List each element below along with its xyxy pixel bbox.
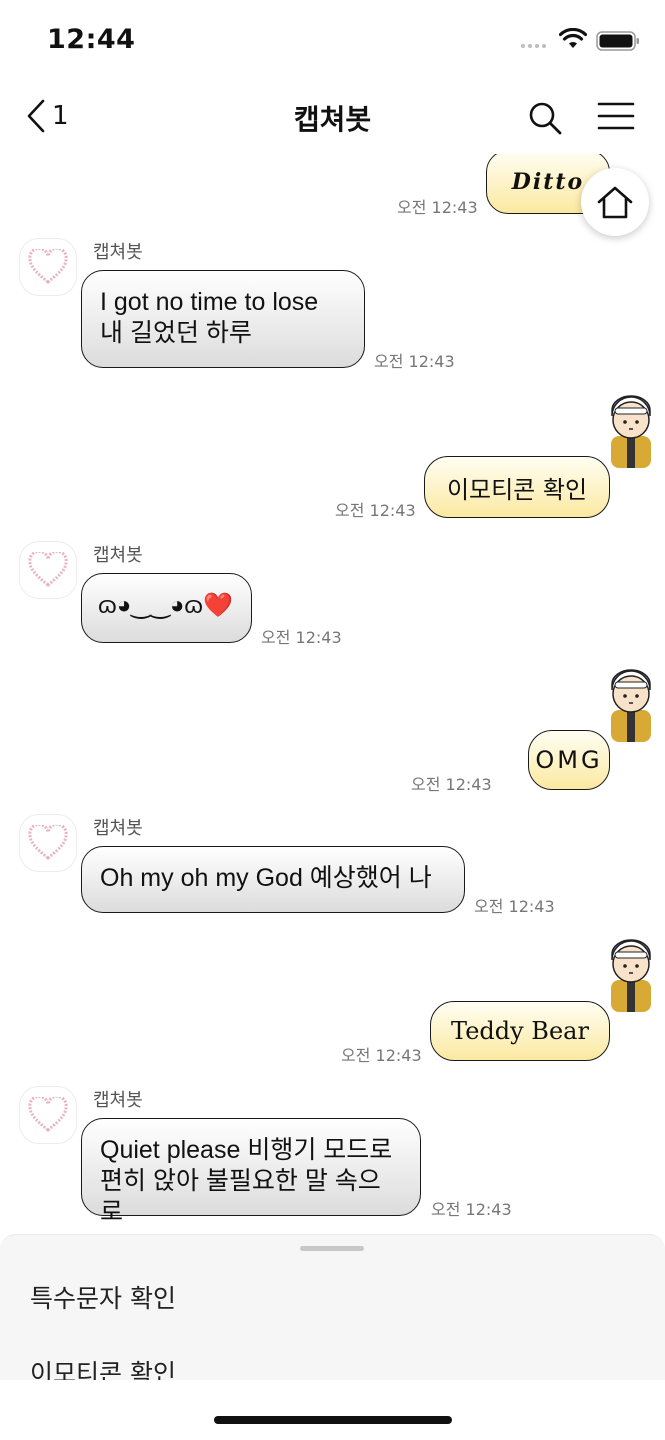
home-bar-area [0, 1380, 665, 1440]
avatar[interactable] [19, 238, 77, 296]
message-time: 오전 12:43 [431, 1200, 512, 1219]
chat-header: 1 캡쳐봇 [0, 80, 665, 154]
menu-icon[interactable] [597, 100, 635, 132]
heart-icon [28, 249, 68, 284]
signal-icon [521, 44, 546, 48]
home-button[interactable] [581, 168, 649, 236]
message-bubble[interactable]: Quiet please 비행기 모드로 편히 앉아 불필요한 말 속으로 [81, 1118, 421, 1226]
chat-title: 캡쳐봇 [293, 103, 372, 136]
message-bubble[interactable]: ɷ◕‿‿◕ɷ❤️ [81, 573, 252, 643]
message-text: 이모티콘 확인 [446, 475, 588, 504]
heart-icon [28, 552, 68, 587]
message-bubble[interactable]: I got no time to lose 내 길었던 하루 [81, 270, 365, 368]
wifi-icon [559, 28, 587, 48]
sticker-text: Ditto [511, 169, 585, 195]
sender-name: 캡쳐봇 [93, 1090, 143, 1111]
message-time: 오전 12:43 [474, 897, 555, 916]
message-time: 오전 12:43 [335, 501, 416, 520]
status-time: 12:44 [47, 24, 136, 55]
message-bubble[interactable]: Teddy Bear [430, 1001, 610, 1061]
status-bar: 12:44 [0, 0, 665, 80]
heart-icon [28, 825, 68, 860]
sheet-drag-handle[interactable] [300, 1246, 364, 1251]
heart-icon [28, 1097, 68, 1132]
message-bubble[interactable]: Oh my oh my God 예상했어 나 [81, 846, 465, 913]
message-text: OMG [535, 746, 603, 774]
character-avatar-icon [611, 669, 651, 742]
sender-name: 캡쳐봇 [93, 242, 143, 263]
message-time: 오전 12:43 [374, 352, 455, 371]
message-bubble[interactable]: 이모티콘 확인 [424, 456, 610, 518]
search-icon[interactable] [527, 100, 563, 136]
quick-reply-sheet[interactable]: 특수문자 확인 이모티콘 확인 [0, 1234, 665, 1380]
avatar[interactable] [19, 541, 77, 599]
avatar[interactable] [19, 1086, 77, 1144]
sender-name: 캡쳐봇 [93, 818, 143, 839]
battery-icon [596, 31, 639, 51]
quick-reply-item[interactable]: 특수문자 확인 [30, 1279, 176, 1315]
home-indicator[interactable] [214, 1416, 452, 1424]
message-text: Teddy Bear [451, 1017, 589, 1045]
message-time: 오전 12:43 [341, 1046, 422, 1065]
message-time: 오전 12:43 [261, 628, 342, 647]
sender-name: 캡쳐봇 [93, 545, 143, 566]
character-avatar-icon [611, 395, 651, 468]
message-bubble[interactable]: OMG [528, 730, 610, 790]
chat-area[interactable]: Ditto 오전 12:43 캡쳐봇 I got no time to lose… [0, 154, 665, 1234]
home-icon [597, 186, 633, 219]
quick-reply-item[interactable]: 이모티콘 확인 [30, 1354, 176, 1380]
character-avatar-icon [611, 939, 651, 1012]
message-time: 오전 12:43 [397, 198, 478, 217]
message-time: 오전 12:43 [411, 775, 492, 794]
avatar[interactable] [19, 814, 77, 872]
